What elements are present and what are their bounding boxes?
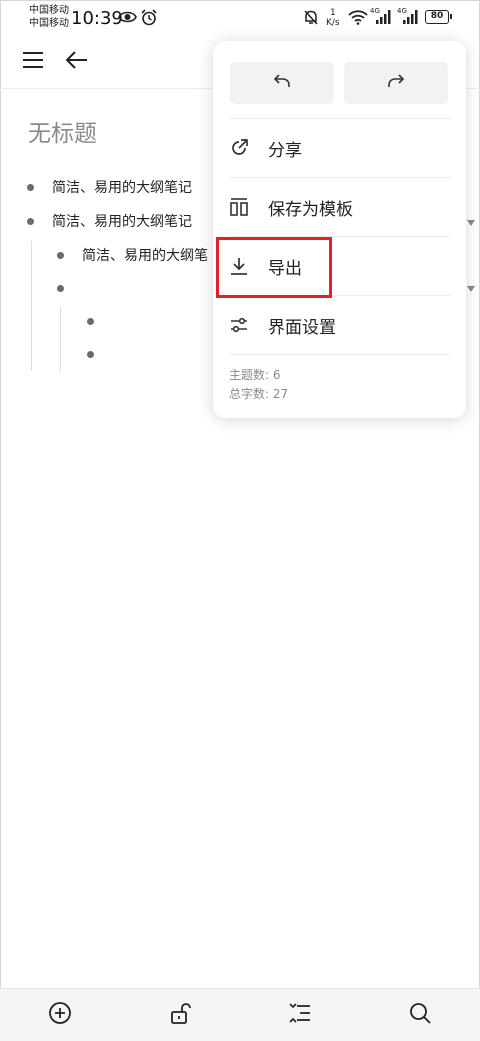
battery-indicator: 80 <box>425 10 452 24</box>
node-bullet[interactable] <box>87 351 94 358</box>
node-text[interactable]: 简洁、易用的大纲笔记 <box>52 211 192 231</box>
search-button[interactable] <box>405 1000 435 1030</box>
collapse-caret-icon[interactable] <box>467 220 475 226</box>
indent-guide <box>31 241 32 371</box>
status-bar: 中国移动 中国移动 10:39 1 K/s 4G 4G 80 <box>0 0 480 36</box>
node-bullet[interactable] <box>57 285 64 292</box>
document-stats: 主题数: 6 总字数: 27 <box>229 366 288 404</box>
carrier-2: 中国移动 <box>29 18 69 29</box>
menu-item-save-template[interactable]: 保存为模板 <box>213 178 466 236</box>
share-icon <box>228 137 250 159</box>
menu-item-share[interactable]: 分享 <box>213 119 466 177</box>
topic-count: 主题数: 6 <box>229 368 281 382</box>
node-bullet[interactable] <box>27 218 34 225</box>
network-speed: 1 K/s <box>326 8 340 28</box>
menu-divider <box>230 354 451 355</box>
lock-button[interactable] <box>165 1000 195 1030</box>
hamburger-icon <box>22 51 44 73</box>
carrier-labels: 中国移动 中国移动 <box>29 4 69 30</box>
template-icon <box>228 196 250 218</box>
collapse-caret-icon[interactable] <box>467 286 475 292</box>
node-bullet[interactable] <box>27 184 34 191</box>
eye-icon <box>118 9 137 29</box>
redo-button[interactable] <box>344 62 448 104</box>
status-time: 10:39 <box>71 8 123 29</box>
menu-item-ui-settings[interactable]: 界面设置 <box>213 296 466 354</box>
alarm-icon <box>141 9 157 30</box>
node-bullet[interactable] <box>87 318 94 325</box>
search-icon <box>408 1001 432 1029</box>
settings-sliders-icon <box>228 314 250 336</box>
node-text[interactable]: 简洁、易用的大纲笔记 <box>52 177 192 197</box>
wifi-icon <box>348 9 368 29</box>
unlock-icon <box>168 1001 192 1029</box>
signal-1-icon: 4G <box>370 6 393 30</box>
signal-2-icon: 4G <box>397 6 420 30</box>
network-2-label: 4G <box>397 7 407 15</box>
add-circle-icon <box>48 1001 72 1029</box>
menu-item-label: 保存为模板 <box>268 199 353 220</box>
node-text[interactable]: 简洁、易用的大纲笔 <box>82 245 208 265</box>
menu-item-label: 界面设置 <box>268 317 336 338</box>
char-count: 总字数: 27 <box>229 387 289 401</box>
indent-guide <box>60 306 61 371</box>
node-bullet[interactable] <box>57 252 64 259</box>
arrow-left-icon <box>65 51 88 73</box>
export-highlight-box <box>216 237 332 298</box>
bottom-toolbar <box>0 988 480 1041</box>
outline-view-button[interactable] <box>285 1000 315 1030</box>
add-node-button[interactable] <box>45 1000 75 1030</box>
undo-button[interactable] <box>230 62 334 104</box>
outline-list-icon <box>288 1001 312 1029</box>
menu-item-label: 分享 <box>268 140 302 161</box>
network-1-label: 4G <box>370 7 380 15</box>
undo-icon <box>273 73 291 93</box>
document-title[interactable]: 无标题 <box>28 114 97 148</box>
menu-button[interactable] <box>17 46 49 78</box>
back-button[interactable] <box>61 46 93 78</box>
mute-bell-icon <box>303 9 319 30</box>
more-menu-popup: 分享 保存为模板 导出 界面设置 主题数: 6 总字数: 27 <box>213 41 466 418</box>
carrier-1: 中国移动 <box>29 5 69 16</box>
redo-icon <box>387 73 405 93</box>
